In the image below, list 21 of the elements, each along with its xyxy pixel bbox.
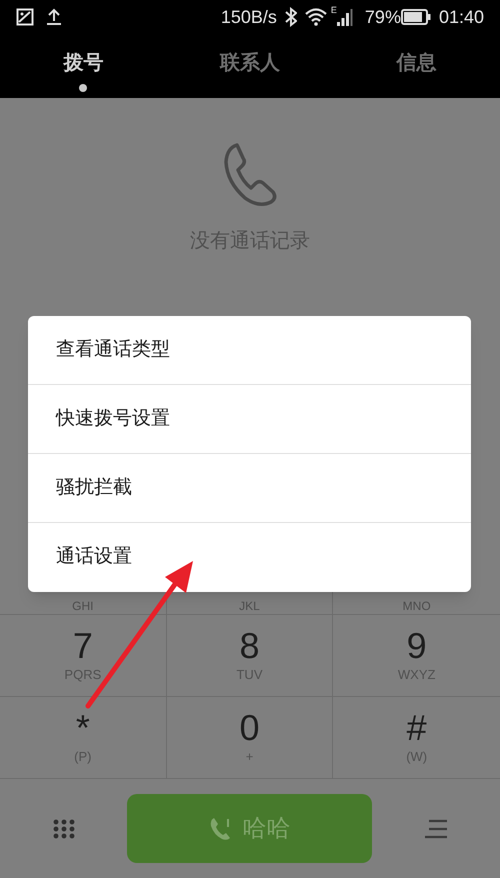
menu-item[interactable]: 快速拨号设置: [28, 385, 471, 454]
dialpad-icon[interactable]: [52, 818, 74, 838]
battery-icon: [400, 9, 431, 25]
clock: 01:40: [438, 6, 484, 28]
network-speed: 150B/s: [220, 6, 277, 28]
upload-icon: [46, 8, 62, 26]
bluetooth-icon: [284, 7, 297, 27]
wifi-icon: [304, 8, 327, 26]
tab[interactable]: 联系人: [166, 34, 334, 98]
menu-item[interactable]: 骚扰拦截: [28, 454, 471, 523]
phone-icon: [223, 142, 277, 208]
tab[interactable]: 信息: [333, 34, 500, 98]
menu-item[interactable]: 查看通话类型: [28, 316, 471, 385]
menu-item[interactable]: 通话设置: [28, 523, 471, 592]
network-type-label: E: [330, 4, 337, 17]
signal-icon: [336, 8, 353, 26]
battery-percent: 79%: [364, 6, 401, 28]
menu-icon[interactable]: [423, 818, 449, 838]
tab[interactable]: 拨号: [0, 34, 167, 98]
image-icon: [16, 8, 34, 26]
dial-key[interactable]: 0 +: [166, 697, 334, 778]
